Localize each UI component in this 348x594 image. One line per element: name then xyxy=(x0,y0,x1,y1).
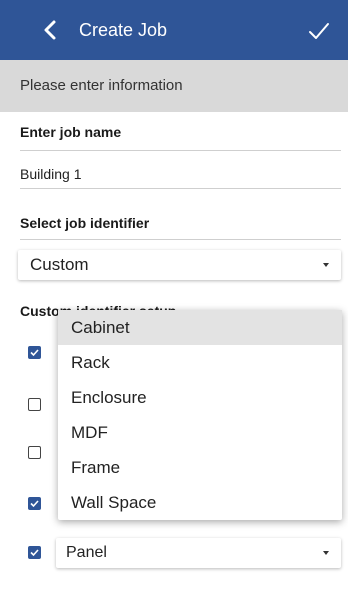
check-icon xyxy=(30,500,39,508)
row-4-checkbox[interactable] xyxy=(28,497,41,510)
row-1-checkbox[interactable] xyxy=(28,346,41,359)
option-frame[interactable]: Frame xyxy=(58,450,342,485)
option-rack[interactable]: Rack xyxy=(58,345,342,380)
option-wall-space[interactable]: Wall Space xyxy=(58,485,342,520)
row-5-select[interactable]: Panel xyxy=(56,538,341,568)
divider xyxy=(20,150,341,151)
row-5-value: Panel xyxy=(66,544,107,561)
instruction-banner: Please enter information xyxy=(0,60,348,112)
row-2-checkbox[interactable] xyxy=(28,398,41,411)
chevron-left-icon[interactable] xyxy=(38,17,64,43)
instruction-text: Please enter information xyxy=(20,77,183,94)
option-enclosure[interactable]: Enclosure xyxy=(58,380,342,415)
option-cabinet[interactable]: Cabinet xyxy=(58,310,342,345)
app-bar: Create Job xyxy=(0,0,348,60)
dropdown-arrow-icon xyxy=(323,263,329,267)
check-icon xyxy=(30,549,39,557)
job-identifier-select[interactable]: Custom xyxy=(18,250,341,280)
checkmark-icon[interactable] xyxy=(308,21,330,41)
job-name-label: Enter job name xyxy=(20,124,122,140)
option-mdf[interactable]: MDF xyxy=(58,415,342,450)
page-title: Create Job xyxy=(79,20,168,40)
divider xyxy=(20,239,341,240)
dropdown-arrow-icon xyxy=(323,551,329,555)
check-icon xyxy=(30,349,39,357)
job-identifier-label: Select job identifier xyxy=(20,215,150,231)
job-name-input[interactable]: Building 1 xyxy=(20,166,82,182)
job-name-underline xyxy=(20,188,341,189)
job-identifier-value: Custom xyxy=(30,255,89,274)
identifier-dropdown-menu: Cabinet Rack Enclosure MDF Frame Wall Sp… xyxy=(58,310,342,520)
row-3-checkbox[interactable] xyxy=(28,446,41,459)
row-5-checkbox[interactable] xyxy=(28,546,41,559)
